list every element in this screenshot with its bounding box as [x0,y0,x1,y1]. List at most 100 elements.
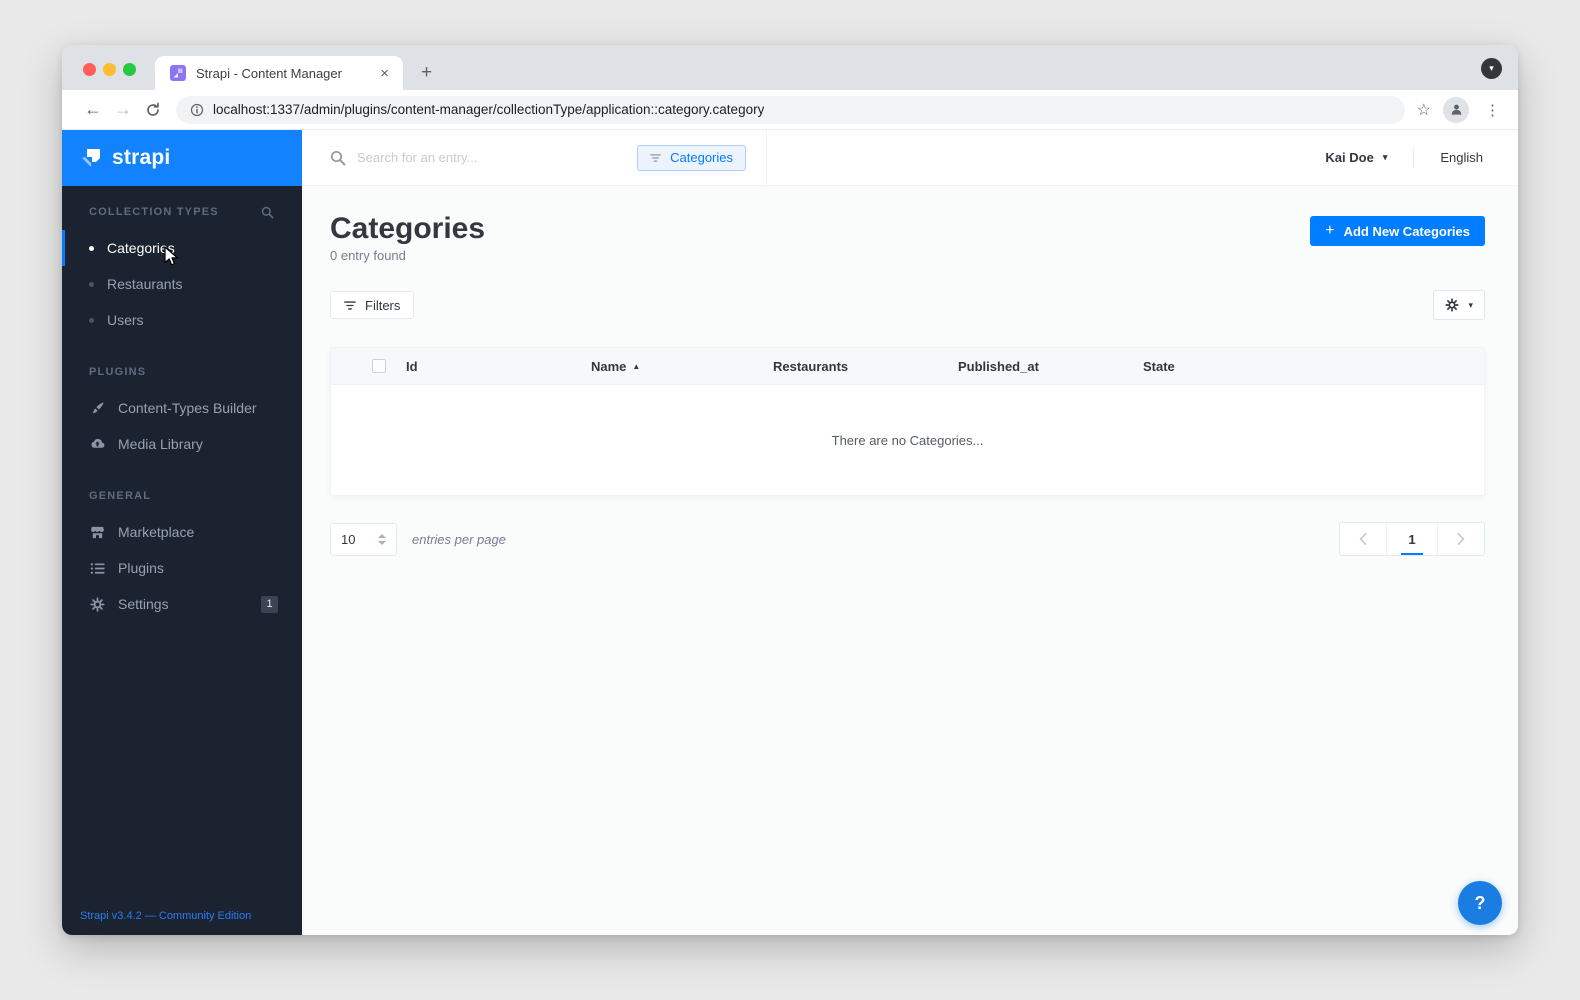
bullet-icon [89,317,94,323]
tab-close-icon[interactable]: × [376,65,393,82]
shop-icon [89,525,105,540]
sidebar-item-marketplace[interactable]: Marketplace [62,514,302,550]
strapi-logo-text: strapi [112,146,171,169]
page-header: Categories 0 entry found + Add New Categ… [330,212,1485,263]
plus-icon: + [1325,222,1335,239]
url-bar[interactable]: localhost:1337/admin/plugins/content-man… [176,95,1405,124]
entries-per-page-select[interactable]: 10 [330,522,397,556]
bookmark-star-icon[interactable]: ☆ [1417,100,1431,120]
collection-filter-chip[interactable]: Categories [637,144,746,171]
table-footer: 10 entries per page 1 [330,522,1485,556]
sidebar-nav: COLLECTION TYPES Categories Restaurants … [62,186,302,910]
column-header-published-at[interactable]: Published_at [958,359,1143,374]
chevron-down-icon: ▾ [1468,299,1473,310]
empty-state-message: There are no Categories... [831,432,984,448]
sidebar-item-label: Restaurants [107,276,183,292]
cloud-upload-icon [89,437,105,452]
categories-table: Id Name ▲ Restaurants Published_at State… [330,347,1485,496]
section-title: COLLECTION TYPES [89,206,219,218]
chevron-right-icon [1457,533,1465,545]
strapi-version-link[interactable]: Strapi v3.4.2 — Community Edition [62,910,302,935]
new-tab-button[interactable]: + [416,62,437,84]
window-controls [83,63,136,76]
sidebar-item-settings[interactable]: Settings 1 [62,586,302,622]
search-zone: Categories [302,130,767,185]
search-icon [330,150,346,165]
close-window-button[interactable] [83,63,96,76]
search-icon[interactable] [261,206,274,219]
settings-badge: 1 [261,595,278,613]
entry-count: 0 entry found [330,248,406,263]
reload-button[interactable] [138,102,168,118]
strapi-logo[interactable]: strapi [62,130,302,186]
section-title: GENERAL [89,490,152,502]
sort-asc-icon: ▲ [632,361,641,371]
sidebar-item-restaurants[interactable]: Restaurants [62,266,302,302]
maximize-window-button[interactable] [123,63,136,76]
next-page-button[interactable] [1438,523,1484,555]
browser-tab[interactable]: Strapi - Content Manager × [155,56,403,90]
list-icon [89,561,105,576]
per-page-control: 10 entries per page [330,522,506,556]
back-button[interactable]: ← [78,99,108,120]
sidebar-item-content-types-builder[interactable]: Content-Types Builder [62,390,302,426]
filter-icon [650,153,661,162]
sidebar-item-label: Categories [107,240,175,256]
app-topbar: Categories Kai Doe ▾ English [302,130,1518,186]
strapi-logo-icon [82,149,100,167]
chevron-left-icon [1359,533,1367,545]
divider [1413,147,1415,168]
browser-menu-icon[interactable]: ⋮ [1481,101,1504,119]
pagination: 1 [1339,522,1485,556]
sidebar-item-categories[interactable]: Categories [62,230,302,266]
browser-window: Strapi - Content Manager × + ▾ ← → local… [62,45,1518,935]
filter-icon [344,300,356,310]
browser-toolbar: ← → localhost:1337/admin/plugins/content… [62,90,1518,130]
forward-button[interactable]: → [108,99,138,120]
add-new-categories-button[interactable]: + Add New Categories [1310,216,1485,246]
previous-page-button[interactable] [1340,523,1386,555]
section-collection-types: COLLECTION TYPES [62,204,302,220]
table-settings-button[interactable]: ▾ [1433,290,1485,320]
person-icon [1451,104,1461,115]
search-input[interactable] [357,150,627,165]
strapi-favicon [170,65,186,81]
page-number[interactable]: 1 [1386,523,1438,555]
sidebar-item-users[interactable]: Users [62,302,302,338]
site-info-icon[interactable] [190,103,204,117]
browser-tab-strip: Strapi - Content Manager × + ▾ [62,45,1518,90]
content-area: Categories 0 entry found + Add New Categ… [302,186,1518,556]
sidebar-item-plugins[interactable]: Plugins [62,550,302,586]
section-general: GENERAL [62,488,302,504]
column-header-name[interactable]: Name ▲ [591,359,773,374]
main-panel: Categories Kai Doe ▾ English Categories [302,130,1518,935]
sidebar-item-media-library[interactable]: Media Library [62,426,302,462]
reload-icon [147,102,159,116]
user-menu[interactable]: Kai Doe ▾ [1325,150,1387,165]
table-tools: Filters ▾ [330,290,1485,320]
locale-select[interactable]: English [1440,150,1483,165]
sidebar-item-label: Plugins [118,560,164,576]
stepper-icon [378,533,386,545]
select-all-cell [331,359,406,373]
column-header-state[interactable]: State [1143,359,1484,374]
column-header-id[interactable]: Id [406,359,591,374]
tab-search-button[interactable]: ▾ [1481,58,1502,79]
per-page-label: entries per page [412,531,506,547]
bullet-icon [89,281,94,287]
sidebar-item-label: Content-Types Builder [118,400,257,416]
url-text: localhost:1337/admin/plugins/content-man… [213,102,765,117]
column-header-restaurants[interactable]: Restaurants [773,359,958,374]
table-header-row: Id Name ▲ Restaurants Published_at State [331,348,1484,385]
sidebar-item-label: Marketplace [118,524,195,540]
select-all-checkbox[interactable] [372,359,386,373]
minimize-window-button[interactable] [103,63,116,76]
chevron-down-icon: ▾ [1489,63,1494,73]
filters-button[interactable]: Filters [330,291,415,319]
tab-title: Strapi - Content Manager [196,65,342,81]
strapi-admin-app: strapi COLLECTION TYPES Categories Resta… [62,130,1518,935]
browser-profile-avatar[interactable] [1443,96,1469,123]
sidebar-item-label: Settings [118,596,169,612]
filters-label: Filters [365,297,401,313]
help-button[interactable]: ? [1458,881,1502,925]
